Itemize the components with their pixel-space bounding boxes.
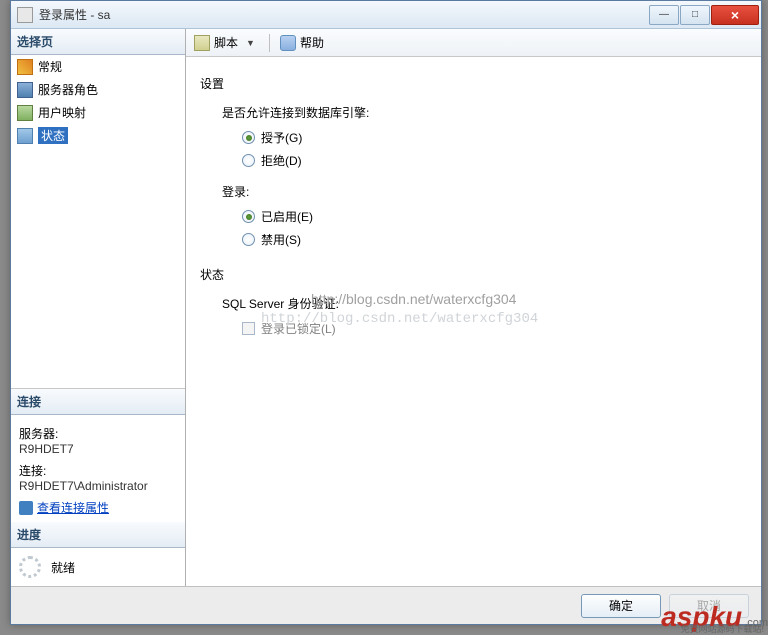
sidebar: 选择页 常规 服务器角色 用户映射 状态 [11,29,186,586]
grant-label: 授予(G) [261,129,302,146]
nav-label: 用户映射 [38,104,86,121]
maximize-button[interactable]: □ [680,5,710,25]
conn-value: R9HDET7\Administrator [19,479,177,493]
properties-icon [19,501,33,515]
toolbar-separator [269,34,270,52]
grant-radio-row[interactable]: 授予(G) [242,129,747,146]
nav-label: 服务器角色 [38,81,98,98]
progress-panel: 就绪 [11,548,185,586]
connection-panel: 服务器: R9HDET7 连接: R9HDET7\Administrator 查… [11,415,185,522]
locked-label: 登录已锁定(L) [261,320,336,337]
help-icon [280,35,296,51]
content-area: 设置 是否允许连接到数据库引擎: 授予(G) 拒绝(D) 登录: [186,57,761,586]
conn-label: 连接: [19,462,177,479]
link-text: 查看连接属性 [37,499,109,516]
script-button[interactable]: 脚本 [214,34,238,51]
login-radio-group: 已启用(E) 禁用(S) [242,208,747,248]
allow-connect-label: 是否允许连接到数据库引擎: [222,104,747,121]
permission-radio-group: 授予(G) 拒绝(D) [242,129,747,169]
sql-auth-label: SQL Server 身份验证: [222,295,747,312]
roles-icon [17,82,33,98]
ok-button[interactable]: 确定 [581,594,661,618]
toolbar: 脚本 ▼ 帮助 [186,29,761,57]
general-icon [17,59,33,75]
disabled-radio[interactable] [242,233,255,246]
mapping-icon [17,105,33,121]
nav-item-status[interactable]: 状态 [11,124,185,147]
minimize-button[interactable]: — [649,5,679,25]
locked-check-row: 登录已锁定(L) [242,320,747,337]
locked-checkbox [242,322,255,335]
select-page-header: 选择页 [11,29,185,55]
connection-header: 连接 [11,389,185,415]
progress-status: 就绪 [51,559,75,576]
nav-item-general[interactable]: 常规 [11,55,185,78]
server-value: R9HDET7 [19,442,177,456]
enabled-radio-row[interactable]: 已启用(E) [242,208,747,225]
disabled-label: 禁用(S) [261,231,301,248]
enabled-radio[interactable] [242,210,255,223]
nav-item-user-mapping[interactable]: 用户映射 [11,101,185,124]
view-connection-properties-link[interactable]: 查看连接属性 [19,499,177,516]
status-section-label: 状态 [200,266,747,283]
server-label: 服务器: [19,425,177,442]
sidebar-spacer [11,147,185,389]
nav-label: 常规 [38,58,62,75]
dialog-body: 选择页 常规 服务器角色 用户映射 状态 [11,29,761,586]
script-icon [194,35,210,51]
brand-subtitle: 免费网站源码下载站! [680,622,764,635]
cancel-button[interactable]: 取消 [669,594,749,618]
nav-label: 状态 [38,127,68,144]
chevron-down-icon[interactable]: ▼ [246,38,255,48]
enabled-label: 已启用(E) [261,208,313,225]
settings-label: 设置 [200,75,747,92]
window-controls: — □ × [648,5,759,25]
nav-item-server-roles[interactable]: 服务器角色 [11,78,185,101]
titlebar[interactable]: 登录属性 - sa — □ × [11,1,761,29]
progress-header: 进度 [11,522,185,548]
deny-radio[interactable] [242,154,255,167]
close-button[interactable]: × [711,5,759,25]
dialog-window: 登录属性 - sa — □ × 选择页 常规 服务器角色 用户映射 [10,0,762,625]
deny-label: 拒绝(D) [261,152,302,169]
help-button[interactable]: 帮助 [300,34,324,51]
window-title: 登录属性 - sa [39,6,648,23]
dialog-footer: 确定 取消 [11,586,761,624]
grant-radio[interactable] [242,131,255,144]
main-panel: 脚本 ▼ 帮助 设置 是否允许连接到数据库引擎: 授予(G) 拒绝(D) [186,29,761,586]
deny-radio-row[interactable]: 拒绝(D) [242,152,747,169]
app-icon [17,7,33,23]
nav-list: 常规 服务器角色 用户映射 状态 [11,55,185,147]
status-icon [17,128,33,144]
disabled-radio-row[interactable]: 禁用(S) [242,231,747,248]
progress-ring-icon [19,556,41,578]
login-label: 登录: [222,183,747,200]
